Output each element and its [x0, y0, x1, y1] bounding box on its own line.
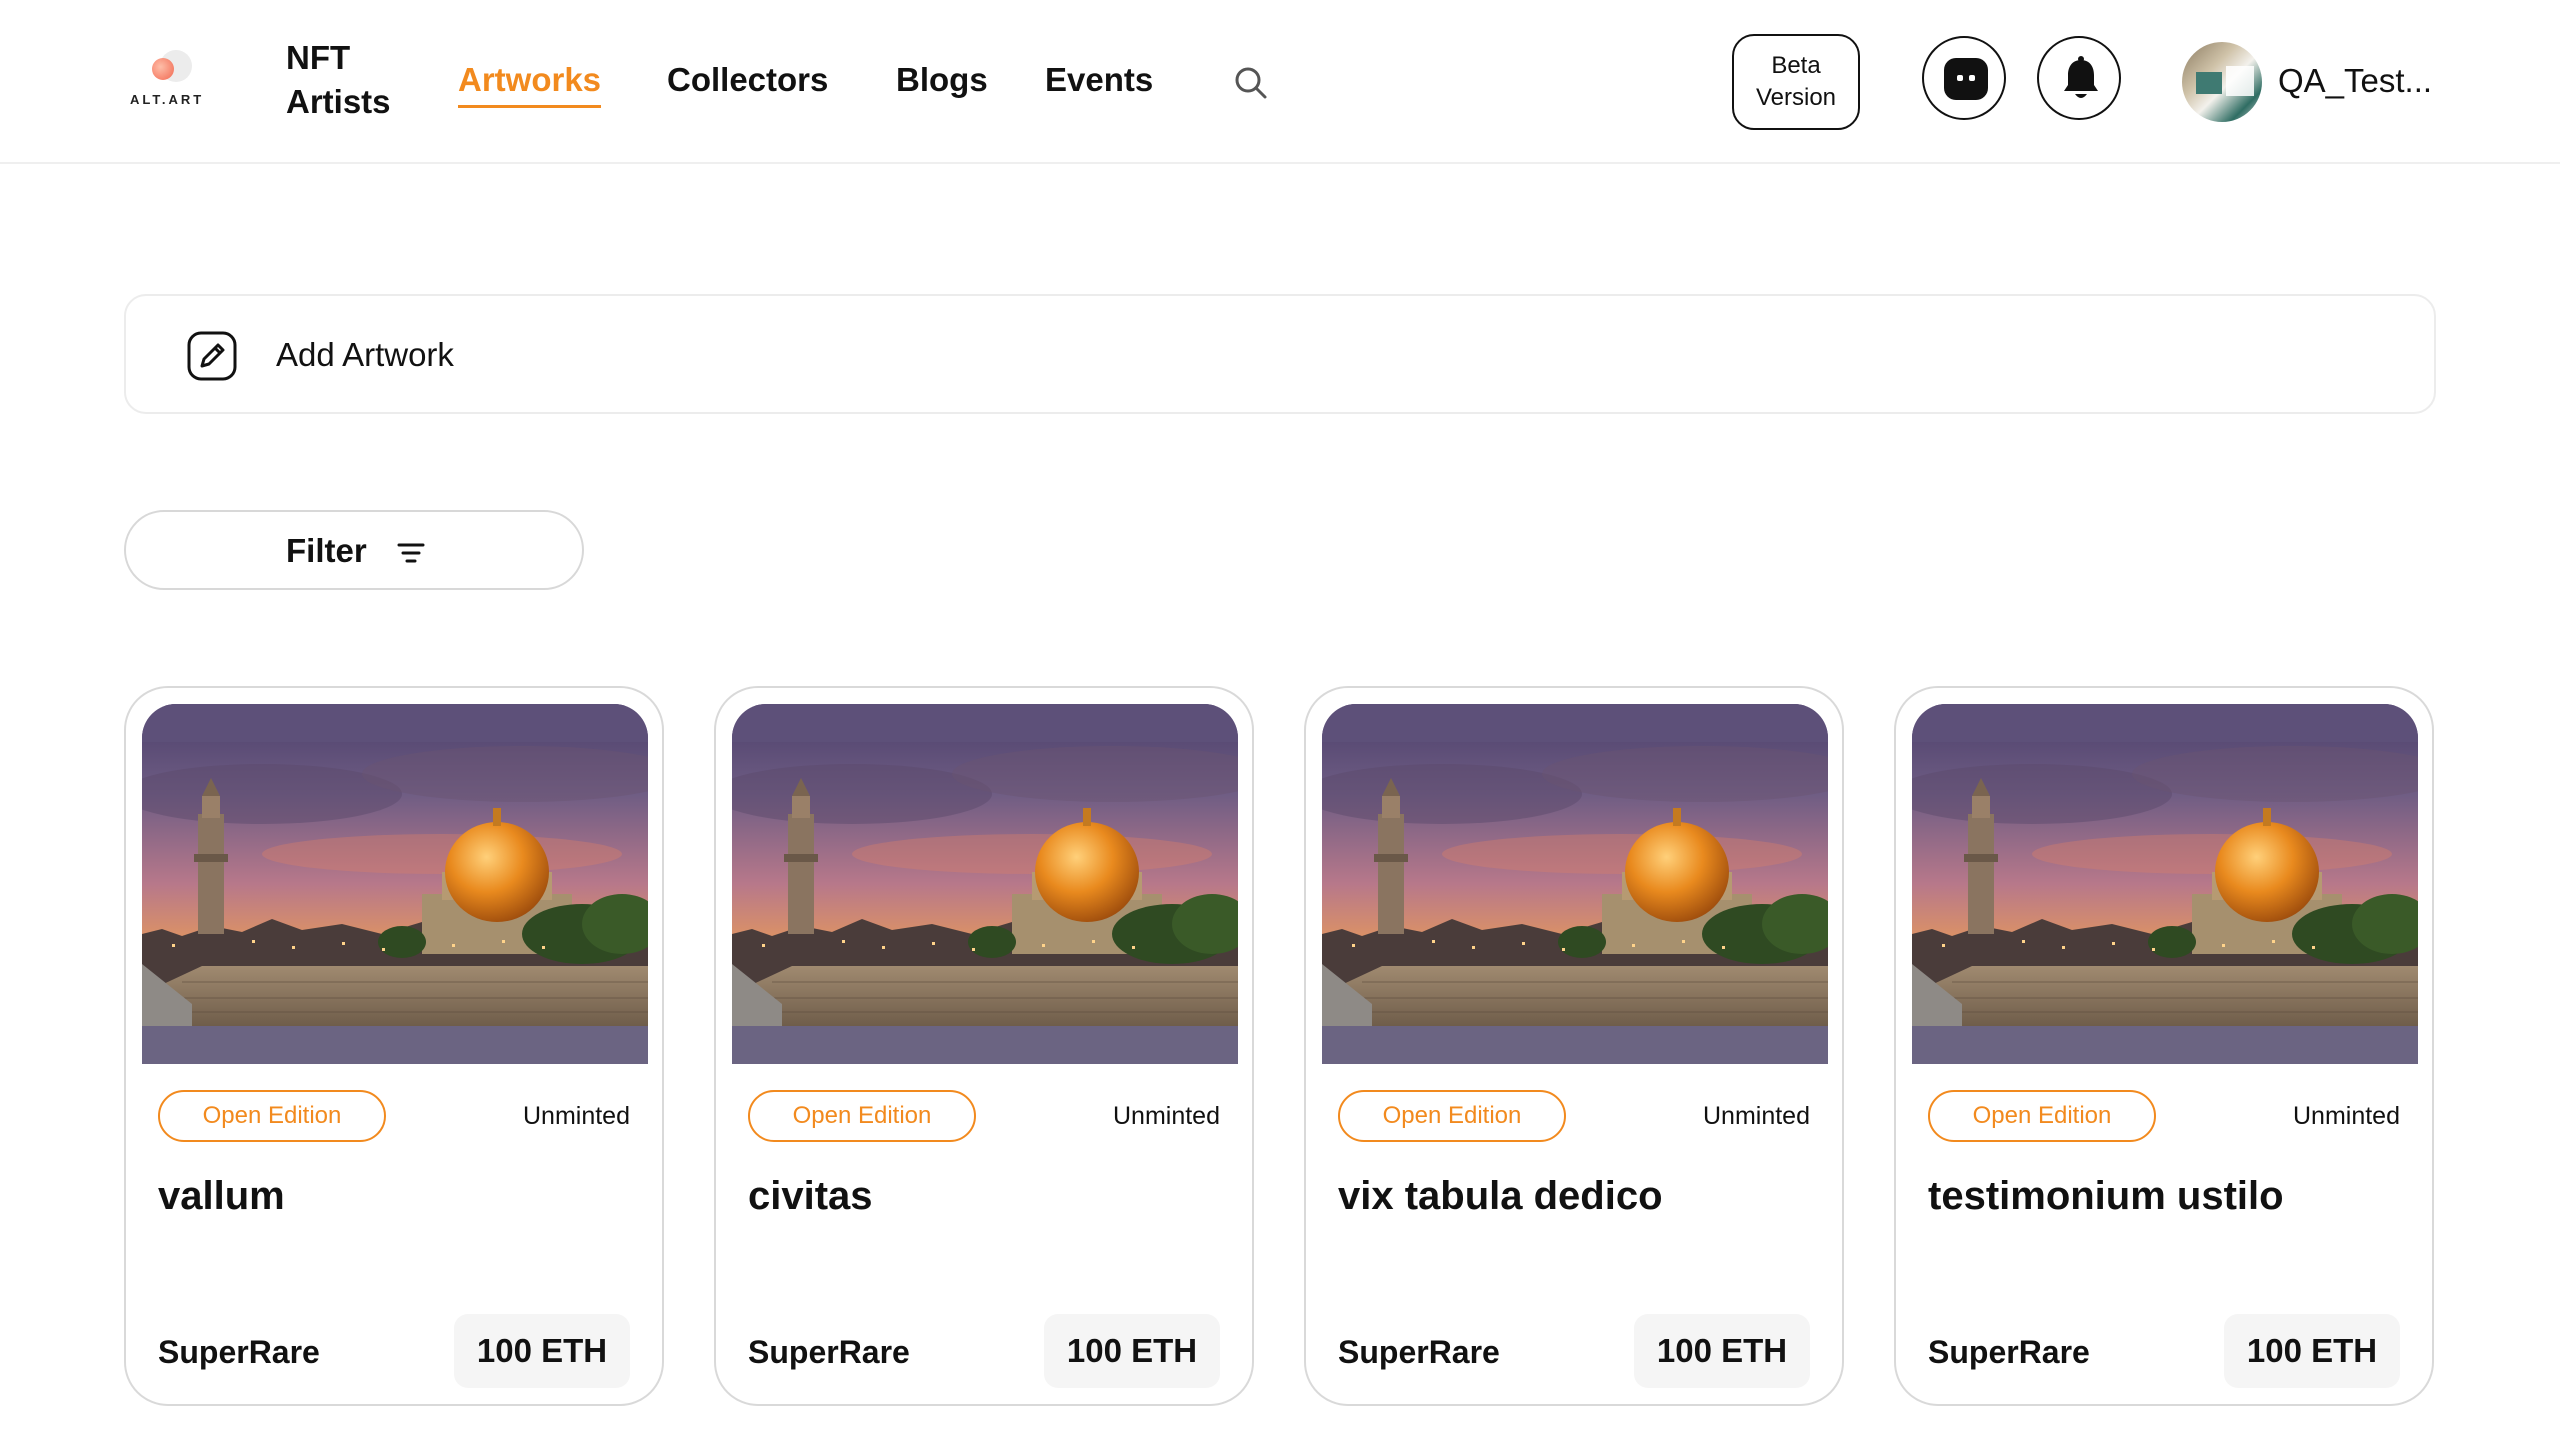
platform-name: SuperRare	[158, 1334, 320, 1370]
nav-nft-artists[interactable]: NFT Artists	[286, 36, 406, 124]
filter-label: Filter	[286, 532, 367, 569]
artwork-card[interactable]: Open Edition Unminted vallum SuperRare 1…	[124, 686, 664, 1406]
platform-name: SuperRare	[1338, 1334, 1500, 1370]
mint-status: Unminted	[1113, 1102, 1220, 1130]
artwork-card[interactable]: Open Edition Unminted testimonium ustilo…	[1894, 686, 2434, 1406]
edition-badge: Open Edition	[158, 1090, 386, 1142]
artwork-image[interactable]	[1912, 704, 2418, 1064]
username[interactable]: QA_Test...	[2278, 62, 2432, 100]
search-icon[interactable]	[1234, 66, 1268, 100]
chat-button[interactable]	[1922, 36, 2006, 120]
nav-nft-artists-line1: NFT	[286, 39, 351, 76]
filter-icon	[397, 543, 425, 563]
platform-name: SuperRare	[1928, 1334, 2090, 1370]
edition-badge: Open Edition	[1338, 1090, 1566, 1142]
nav-collectors[interactable]: Collectors	[667, 58, 828, 102]
beta-label-line1: Beta	[1771, 52, 1821, 79]
chat-icon	[1944, 58, 1988, 100]
artwork-title[interactable]: vallum	[158, 1174, 285, 1219]
beta-version-button[interactable]: Beta Version	[1732, 34, 1860, 130]
avatar[interactable]	[2182, 42, 2262, 122]
nav-blogs[interactable]: Blogs	[896, 58, 988, 102]
price-tag: 100 ETH	[454, 1314, 630, 1388]
price-tag: 100 ETH	[2224, 1314, 2400, 1388]
mint-status: Unminted	[523, 1102, 630, 1130]
logo-text: ALT.ART	[130, 92, 205, 107]
filter-button[interactable]: Filter	[124, 510, 584, 590]
bell-icon	[2064, 56, 2098, 98]
platform-name: SuperRare	[748, 1334, 910, 1370]
artwork-title[interactable]: vix tabula dedico	[1338, 1174, 1663, 1219]
price-tag: 100 ETH	[1634, 1314, 1810, 1388]
artwork-title[interactable]: testimonium ustilo	[1928, 1174, 2284, 1219]
nav-nft-artists-line2: Artists	[286, 83, 391, 120]
alt-art-logo[interactable]: ALT.ART	[126, 48, 212, 110]
artwork-card[interactable]: Open Edition Unminted vix tabula dedico …	[1304, 686, 1844, 1406]
mint-status: Unminted	[2293, 1102, 2400, 1130]
price-tag: 100 ETH	[1044, 1314, 1220, 1388]
nav-events[interactable]: Events	[1045, 58, 1153, 102]
add-artwork-button[interactable]: Add Artwork	[124, 294, 2436, 414]
edition-badge: Open Edition	[748, 1090, 976, 1142]
mint-status: Unminted	[1703, 1102, 1810, 1130]
beta-label-line2: Version	[1755, 84, 1837, 111]
notifications-button[interactable]	[2037, 36, 2121, 120]
artwork-image[interactable]	[142, 704, 648, 1064]
artwork-card[interactable]: Open Edition Unminted civitas SuperRare …	[714, 686, 1254, 1406]
edit-icon	[187, 331, 237, 381]
logo-mark-icon	[150, 48, 194, 88]
artwork-title[interactable]: civitas	[748, 1174, 873, 1219]
top-nav-bar: ALT.ART NFT Artists Artworks Collectors …	[0, 0, 2560, 164]
edition-badge: Open Edition	[1928, 1090, 2156, 1142]
add-artwork-label: Add Artwork	[276, 336, 454, 373]
artwork-image[interactable]	[732, 704, 1238, 1064]
artwork-image[interactable]	[1322, 704, 1828, 1064]
nav-artworks[interactable]: Artworks	[458, 58, 602, 108]
